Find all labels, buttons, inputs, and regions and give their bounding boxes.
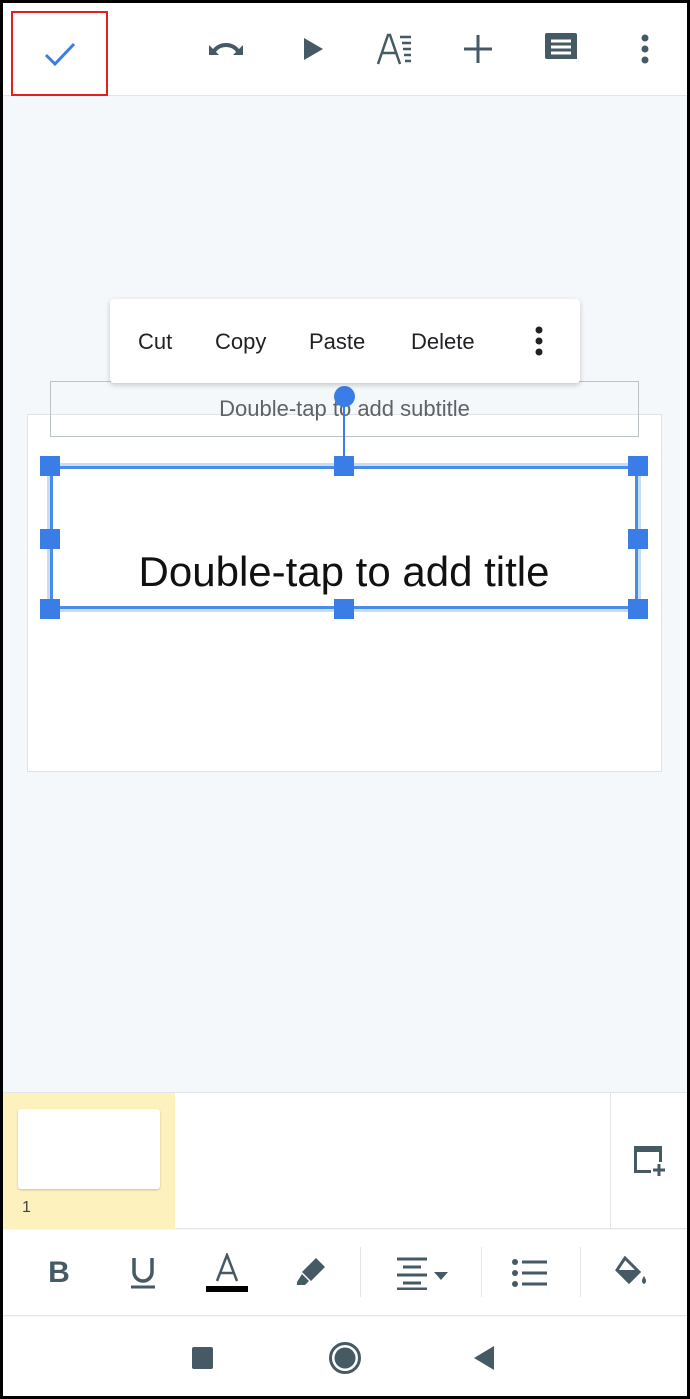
comment-icon [545,33,579,61]
text-color-button[interactable] [205,1253,249,1293]
check-icon [44,42,75,66]
bold-icon: B [48,1256,70,1289]
highlight-icon [297,1258,325,1285]
top-app-bar [3,3,687,96]
divider [481,1247,482,1297]
redo-icon [209,43,243,55]
recents-icon[interactable] [192,1347,213,1369]
align-button[interactable] [395,1253,455,1293]
underline-icon [131,1258,155,1289]
context-menu: Cut Copy Paste Delete [110,299,580,383]
bulleted-list-button[interactable] [508,1253,552,1293]
copy-menu-item[interactable]: Copy [215,329,266,355]
highlight-button[interactable] [289,1253,333,1293]
resize-handle-bottom[interactable] [334,599,354,619]
slide-thumbnail-selected[interactable]: 1 [3,1093,175,1229]
resize-handle-left[interactable] [40,529,60,549]
delete-menu-item[interactable]: Delete [411,329,475,355]
resize-handle-top-left[interactable] [40,456,60,476]
resize-handle-bottom-left[interactable] [40,599,60,619]
cut-menu-item[interactable]: Cut [138,329,172,355]
more-vert-icon[interactable] [535,326,543,356]
slide-thumbnail[interactable] [18,1109,160,1189]
format-toolbar: B [3,1230,687,1316]
bold-button[interactable]: B [37,1253,81,1293]
rotation-handle[interactable] [334,386,355,407]
slide-number: 1 [22,1199,31,1216]
fill-color-button[interactable] [609,1253,653,1293]
resize-handle-bottom-right[interactable] [628,599,648,619]
more-options-button[interactable] [625,29,665,69]
new-slide-icon [634,1146,665,1176]
done-button[interactable] [11,11,108,96]
back-icon[interactable] [473,1345,495,1371]
resize-handle-top-right[interactable] [628,456,648,476]
more-vert-icon [641,34,649,64]
align-icon [397,1257,448,1290]
text-format-button[interactable] [375,29,415,69]
new-slide-button[interactable] [631,1143,667,1184]
divider [360,1247,361,1297]
present-button[interactable] [293,29,333,69]
fill-color-icon [615,1256,646,1285]
divider [580,1247,581,1297]
underline-button[interactable] [121,1253,165,1293]
insert-button[interactable] [458,29,498,69]
text-color-icon [206,1253,248,1292]
paste-menu-item[interactable]: Paste [309,329,365,355]
divider [610,1093,611,1229]
resize-handle-top[interactable] [334,456,354,476]
insert-plus-icon [464,35,492,63]
present-play-icon [304,38,323,60]
home-icon[interactable] [328,1341,362,1375]
comment-button[interactable] [541,29,581,69]
resize-handle-right[interactable] [628,529,648,549]
filmstrip: 1 [3,1092,687,1229]
bulleted-list-icon [512,1259,547,1287]
title-placeholder[interactable]: Double-tap to add title [47,463,641,612]
text-format-icon [376,33,411,65]
redo-button[interactable] [206,29,246,69]
android-nav-bar [3,1317,687,1396]
